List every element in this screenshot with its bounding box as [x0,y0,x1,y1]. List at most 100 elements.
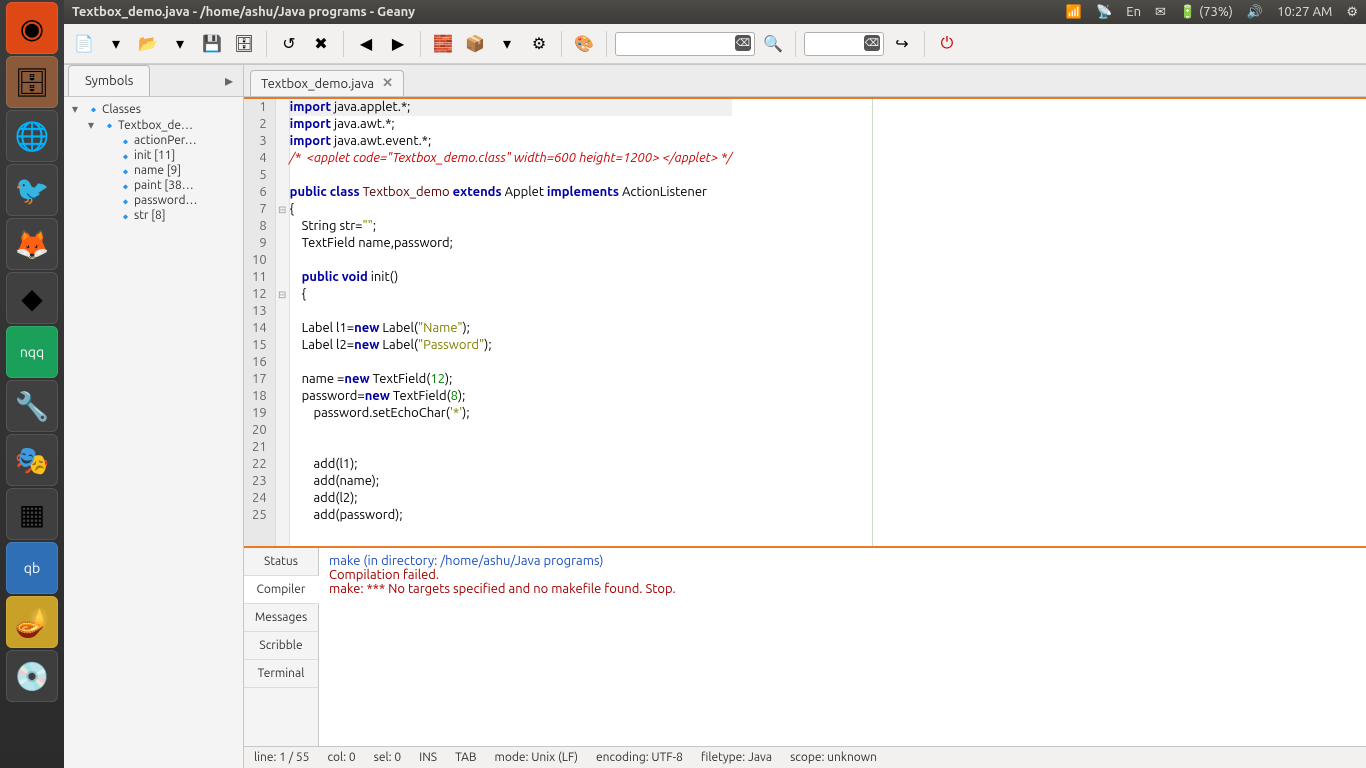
output-line[interactable]: make: *** No targets specified and no ma… [329,582,1356,596]
tree-node[interactable]: 🔹paint [38… [64,178,243,193]
message-tabs[interactable]: StatusCompilerMessagesScribbleTerminal [244,548,319,746]
code-line[interactable] [290,422,732,439]
code-line[interactable]: { [290,286,732,303]
new-file-button[interactable]: 📄 [70,30,98,58]
code-line[interactable] [290,354,732,371]
code-line[interactable]: public void init() [290,269,732,286]
clear-find-icon[interactable]: ⌫ [735,35,751,51]
nav-back-button[interactable]: ◀ [352,30,380,58]
code-line[interactable]: /* <applet code="Textbox_demo.class" wid… [290,150,732,167]
code-line[interactable] [290,303,732,320]
launcher-twitter[interactable]: 🐦 [6,164,58,216]
launcher-lamp[interactable]: 🪔 [6,596,58,648]
tree-node[interactable]: 🔹actionPer… [64,133,243,148]
code-line[interactable]: import java.applet.*; [290,99,732,116]
system-tray[interactable]: 📶 📡 En ✉ 🔋(73%) 🔊 10:27 AM ⚙ [1066,5,1358,20]
execute-button[interactable]: ⚙ [525,30,553,58]
launcher-settings[interactable]: 🔧 [6,380,58,432]
keyboard-layout[interactable]: En [1126,5,1141,19]
sidebar-tab-symbols[interactable]: Symbols [68,65,150,96]
code-line[interactable]: TextField name,password; [290,235,732,252]
editor-tabs: Textbox_demo.java ✕ [244,65,1366,97]
battery-icon[interactable]: 🔋(73%) [1180,5,1233,20]
msg-tab-status[interactable]: Status [244,548,318,576]
code-line[interactable]: add(l1); [290,456,732,473]
volume-icon[interactable]: 🔊 [1247,5,1263,20]
open-button[interactable]: 📂 [134,30,162,58]
tab-close-icon[interactable]: ✕ [382,76,393,91]
launcher-qbittorrent[interactable]: qb [6,542,58,594]
output-line[interactable]: Compilation failed. [329,568,1356,582]
msg-tab-messages[interactable]: Messages [244,604,318,632]
build-button[interactable]: 📦 [461,30,489,58]
msg-tab-compiler[interactable]: Compiler [244,576,319,604]
jump-button[interactable]: ↪ [888,30,916,58]
code-line[interactable]: add(name); [290,473,732,490]
editor-tab-label: Textbox_demo.java [261,77,374,91]
open-dropdown[interactable]: ▾ [166,30,194,58]
save-button[interactable]: 💾 [198,30,226,58]
output-line[interactable]: make (in directory: /home/ashu/Java prog… [329,554,1356,568]
tree-node[interactable]: 🔹init [11] [64,148,243,163]
top-menu-bar: Textbox_demo.java - /home/ashu/Java prog… [64,0,1366,24]
launcher-inkscape[interactable]: ◆ [6,272,58,324]
nav-forward-button[interactable]: ▶ [384,30,412,58]
code-line[interactable]: name =new TextField(12); [290,371,732,388]
main-toolbar: 📄 ▾ 📂 ▾ 💾 🗄 ↺ ✖ ◀ ▶ 🧱 📦 ▾ ⚙ 🎨 ⌫ 🔍 ⌫ ↪ ⏻ [64,24,1366,64]
code-line[interactable]: add(l2); [290,490,732,507]
wifi-icon[interactable]: 📡 [1096,5,1112,20]
code-line[interactable]: public class Textbox_demo extends Applet… [290,184,732,201]
find-input[interactable] [615,32,755,56]
color-chooser-button[interactable]: 🎨 [570,30,598,58]
code-line[interactable]: { [290,201,732,218]
msg-tab-terminal[interactable]: Terminal [244,660,318,688]
status-bar: line: 1 / 55 col: 0 sel: 0 INS TAB mode:… [244,746,1366,768]
compiler-output[interactable]: make (in directory: /home/ashu/Java prog… [319,548,1366,746]
network-icon[interactable]: 📶 [1066,5,1082,20]
code-line[interactable] [290,252,732,269]
launcher-devices[interactable]: 💿 [6,650,58,702]
launcher-unknown[interactable]: ▦ [6,488,58,540]
tree-node[interactable]: 🔹str [8] [64,208,243,223]
clear-goto-icon[interactable]: ⌫ [864,35,880,51]
launcher-nqq[interactable]: nqq [6,326,58,378]
launcher-files[interactable]: 🗄 [6,56,58,108]
code-line[interactable]: import java.awt.*; [290,116,732,133]
tree-node[interactable]: ▾🔹Textbox_de… [64,117,243,133]
code-line[interactable]: import java.awt.event.*; [290,133,732,150]
mail-icon[interactable]: ✉ [1155,5,1166,20]
fold-column[interactable]: ⊟⊟ [276,99,290,546]
code-line[interactable]: password.setEchoChar('*'); [290,405,732,422]
gear-icon[interactable]: ⚙ [1346,5,1358,20]
code-line[interactable] [290,439,732,456]
code-editor[interactable]: 1234567891011121314151617181920212223242… [244,97,1366,546]
close-button[interactable]: ✖ [307,30,335,58]
clock[interactable]: 10:27 AM [1277,5,1332,19]
reload-button[interactable]: ↺ [275,30,303,58]
code-line[interactable]: password=new TextField(8); [290,388,732,405]
code-line[interactable]: add(password); [290,507,732,524]
window-title: Textbox_demo.java - /home/ashu/Java prog… [72,5,1066,19]
save-all-button[interactable]: 🗄 [230,30,258,58]
msg-tab-scribble[interactable]: Scribble [244,632,318,660]
tree-node[interactable]: ▾🔹Classes [64,101,243,117]
build-dropdown[interactable]: ▾ [493,30,521,58]
code-line[interactable]: Label l1=new Label("Name"); [290,320,732,337]
quit-button[interactable]: ⏻ [933,30,961,58]
symbol-tree[interactable]: ▾🔹Classes▾🔹Textbox_de…🔹actionPer…🔹init [… [64,97,243,768]
launcher-chromium[interactable]: 🌐 [6,110,58,162]
sidebar-expand-icon[interactable]: ▸ [219,71,239,90]
unity-launcher[interactable]: ◉🗄🌐🐦🦊◆nqq🔧🎭▦qb🪔💿 [0,0,64,768]
launcher-firefox[interactable]: 🦊 [6,218,58,270]
code-line[interactable] [290,167,732,184]
compile-button[interactable]: 🧱 [429,30,457,58]
tree-node[interactable]: 🔹password… [64,193,243,208]
search-button[interactable]: 🔍 [759,30,787,58]
editor-tab[interactable]: Textbox_demo.java ✕ [250,70,404,96]
launcher-ubuntu[interactable]: ◉ [6,2,58,54]
code-line[interactable]: String str=""; [290,218,732,235]
tree-node[interactable]: 🔹name [9] [64,163,243,178]
new-dropdown[interactable]: ▾ [102,30,130,58]
code-line[interactable]: Label l2=new Label("Password"); [290,337,732,354]
launcher-gimp[interactable]: 🎭 [6,434,58,486]
